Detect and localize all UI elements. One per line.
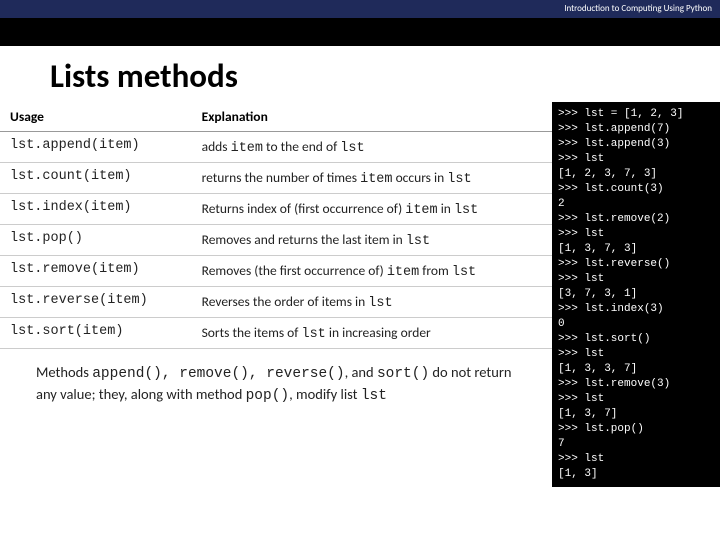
- table-header-row: Usage Explanation: [0, 102, 552, 132]
- explanation-cell: Reverses the order of items in lst: [192, 287, 552, 318]
- usage-cell: lst.sort(item): [0, 318, 192, 349]
- explanation-cell: Removes (the first occurrence of) item f…: [192, 256, 552, 287]
- repl-session: >>> lst = [1, 2, 3] >>> lst.append(7) >>…: [552, 102, 720, 487]
- col-explanation: Explanation: [192, 102, 552, 132]
- explanation-cell: Sorts the items of lst in increasing ord…: [192, 318, 552, 349]
- usage-cell: lst.count(item): [0, 163, 192, 194]
- main-content: Usage Explanation lst.append(item)adds i…: [0, 102, 720, 487]
- book-title-bar: Introduction to Computing Using Python: [0, 0, 720, 18]
- left-column: Usage Explanation lst.append(item)adds i…: [0, 102, 552, 487]
- usage-cell: lst.pop(): [0, 225, 192, 256]
- table-row: lst.pop()Removes and returns the last it…: [0, 225, 552, 256]
- usage-cell: lst.remove(item): [0, 256, 192, 287]
- table-row: lst.sort(item)Sorts the items of lst in …: [0, 318, 552, 349]
- page-title: Lists methods: [0, 46, 720, 102]
- usage-cell: lst.reverse(item): [0, 287, 192, 318]
- explanation-cell: adds item to the end of lst: [192, 132, 552, 163]
- explanation-cell: Returns index of (first occurrence of) i…: [192, 194, 552, 225]
- usage-cell: lst.index(item): [0, 194, 192, 225]
- table-row: lst.remove(item)Removes (the first occur…: [0, 256, 552, 287]
- book-title: Introduction to Computing Using Python: [564, 3, 712, 14]
- table-row: lst.index(item)Returns index of (first o…: [0, 194, 552, 225]
- table-row: lst.reverse(item)Reverses the order of i…: [0, 287, 552, 318]
- explanation-cell: returns the number of times item occurs …: [192, 163, 552, 194]
- black-band: [0, 18, 720, 46]
- table-row: lst.count(item)returns the number of tim…: [0, 163, 552, 194]
- col-usage: Usage: [0, 102, 192, 132]
- usage-cell: lst.append(item): [0, 132, 192, 163]
- methods-table: Usage Explanation lst.append(item)adds i…: [0, 102, 552, 349]
- explanation-cell: Removes and returns the last item in lst: [192, 225, 552, 256]
- table-row: lst.append(item)adds item to the end of …: [0, 132, 552, 163]
- footnote: Methods append(), remove(), reverse(), a…: [0, 349, 552, 406]
